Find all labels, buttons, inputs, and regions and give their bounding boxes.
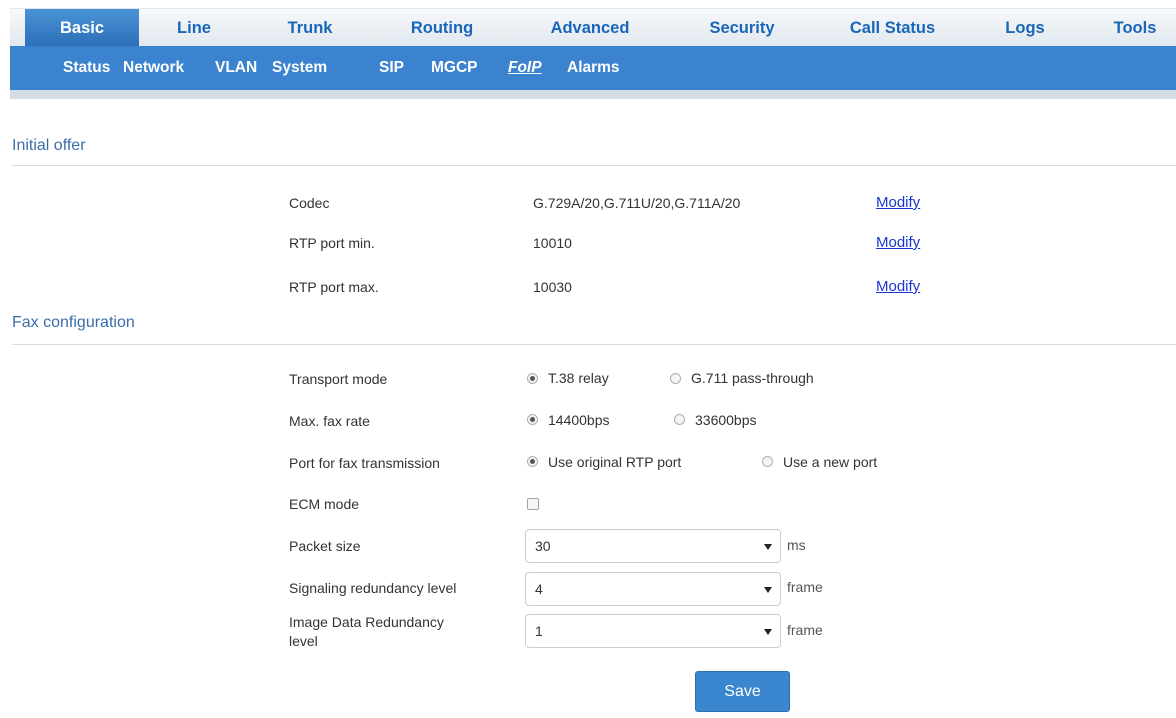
radio-14400bps[interactable] <box>527 414 538 425</box>
modify-rtp-min-link[interactable]: Modify <box>876 234 920 251</box>
subnav-system[interactable]: System <box>272 46 327 90</box>
tab-security[interactable]: Security <box>682 9 802 47</box>
packet-size-unit: ms <box>787 537 806 553</box>
section-title-fax-configuration: Fax configuration <box>12 314 135 331</box>
save-button[interactable]: Save <box>695 671 790 712</box>
codec-label: Codec <box>289 195 330 211</box>
radio-g711-pass-through[interactable] <box>670 373 681 384</box>
radio-33600bps[interactable] <box>674 414 685 425</box>
packet-size-label: Packet size <box>289 538 361 554</box>
top-nav-bar: Basic Line Trunk Routing Advanced Securi… <box>10 8 1176 47</box>
radio-label-t38-relay: T.38 relay <box>548 370 609 386</box>
tab-routing[interactable]: Routing <box>382 9 502 47</box>
chevron-down-icon <box>764 544 772 550</box>
rtp-port-max-value: 10030 <box>533 279 572 295</box>
subnav-foip[interactable]: FoIP <box>508 46 542 90</box>
signaling-redundancy-select[interactable]: 4 <box>525 572 781 606</box>
chevron-down-icon <box>764 629 772 635</box>
radio-t38-relay[interactable] <box>527 373 538 384</box>
radio-label-33600bps: 33600bps <box>695 412 757 428</box>
subnav-vlan[interactable]: VLAN <box>215 46 257 90</box>
image-redundancy-label-line1: Image Data Redundancy <box>289 614 444 630</box>
radio-use-original-rtp-port[interactable] <box>527 456 538 467</box>
subnav-alarms[interactable]: Alarms <box>567 46 620 90</box>
radio-use-a-new-port[interactable] <box>762 456 773 467</box>
rtp-port-min-value: 10010 <box>533 235 572 251</box>
packet-size-select[interactable]: 30 <box>525 529 781 563</box>
signaling-redundancy-label: Signaling redundancy level <box>289 580 457 596</box>
radio-label-use-a-new-port: Use a new port <box>783 454 878 470</box>
chevron-down-icon <box>764 587 772 593</box>
tab-tools[interactable]: Tools <box>1100 9 1170 47</box>
subnav-underline <box>10 90 1176 99</box>
image-redundancy-value: 1 <box>535 623 543 639</box>
tab-trunk[interactable]: Trunk <box>255 9 365 47</box>
section-title-initial-offer: Initial offer <box>12 137 86 154</box>
radio-label-g711-pass-through: G.711 pass-through <box>691 370 814 386</box>
radio-label-14400bps: 14400bps <box>548 412 610 428</box>
ecm-mode-label: ECM mode <box>289 496 360 512</box>
modify-codec-link[interactable]: Modify <box>876 194 920 211</box>
tab-basic[interactable]: Basic <box>25 9 139 47</box>
tab-call-status[interactable]: Call Status <box>820 9 965 47</box>
image-redundancy-unit: frame <box>787 622 823 638</box>
subnav-network[interactable]: Network <box>123 46 184 90</box>
ecm-mode-checkbox[interactable] <box>527 498 539 510</box>
modify-rtp-max-link[interactable]: Modify <box>876 278 920 295</box>
tab-advanced[interactable]: Advanced <box>525 9 655 47</box>
transport-mode-label: Transport mode <box>289 371 388 387</box>
subnav-status[interactable]: Status <box>63 46 110 90</box>
tab-line[interactable]: Line <box>139 9 249 47</box>
fax-port-label: Port for fax transmission <box>289 455 440 471</box>
signaling-redundancy-value: 4 <box>535 581 543 597</box>
radio-label-use-original-rtp-port: Use original RTP port <box>548 454 682 470</box>
subnav-sip[interactable]: SIP <box>379 46 404 90</box>
rtp-port-max-label: RTP port max. <box>289 279 379 295</box>
subnav-mgcp[interactable]: MGCP <box>431 46 478 90</box>
image-redundancy-select[interactable]: 1 <box>525 614 781 648</box>
divider <box>12 165 1176 166</box>
packet-size-value: 30 <box>535 538 551 554</box>
image-redundancy-label: Image Data Redundancy level <box>289 613 444 651</box>
signaling-redundancy-unit: frame <box>787 579 823 595</box>
codec-value: G.729A/20,G.711U/20,G.711A/20 <box>533 195 741 211</box>
tab-logs[interactable]: Logs <box>985 9 1065 47</box>
max-fax-rate-label: Max. fax rate <box>289 413 370 429</box>
sub-nav-bar: Status Network VLAN System SIP MGCP FoIP… <box>10 46 1176 90</box>
image-redundancy-label-line2: level <box>289 633 318 649</box>
divider <box>12 344 1176 345</box>
rtp-port-min-label: RTP port min. <box>289 235 375 251</box>
